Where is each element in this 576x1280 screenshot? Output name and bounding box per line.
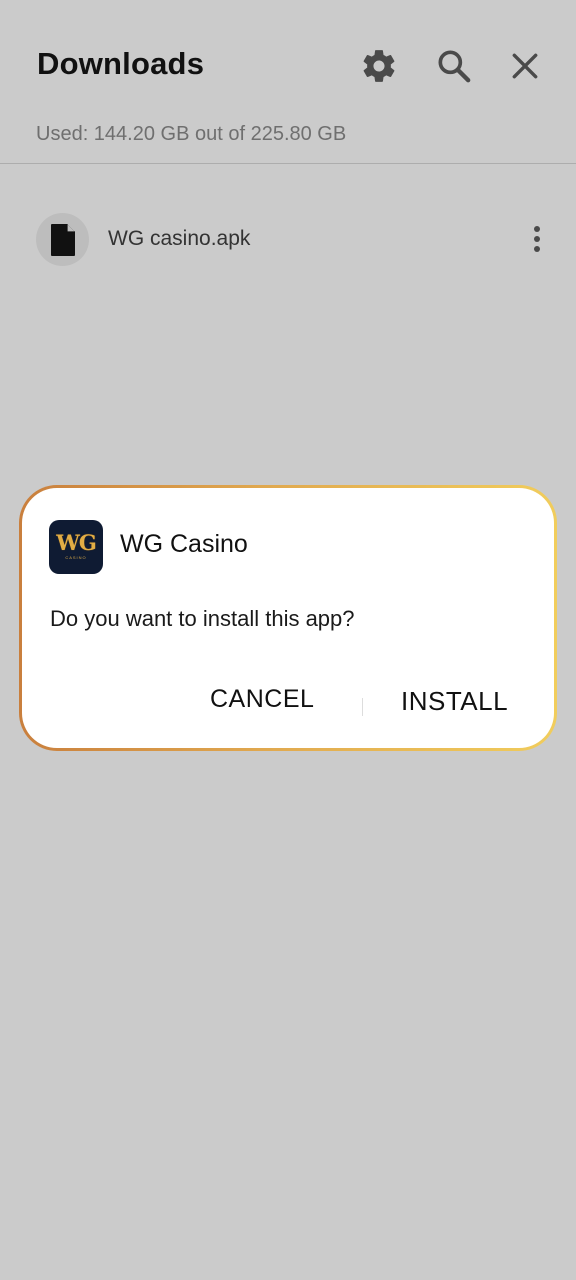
list-item[interactable]: WG casino.apk xyxy=(0,204,576,274)
dialog-message: Do you want to install this app? xyxy=(50,606,355,631)
settings-button[interactable] xyxy=(355,42,403,90)
app-name: WG Casino xyxy=(120,530,248,558)
more-vertical-icon xyxy=(534,226,540,252)
file-icon-badge xyxy=(36,213,89,266)
app-icon-logo-text: WG xyxy=(56,530,97,555)
close-icon xyxy=(512,53,538,79)
downloads-header: Downloads Used: 144.20 GB out of 225.80 … xyxy=(0,0,576,164)
file-icon xyxy=(50,223,75,256)
app-icon-logo-subtext: CASINO xyxy=(65,555,87,560)
button-separator xyxy=(362,698,363,716)
page-title: Downloads xyxy=(37,46,205,81)
app-icon: WG CASINO xyxy=(49,520,103,574)
search-button[interactable] xyxy=(430,42,478,90)
install-dialog-frame: WG CASINO WG Casino Do you want to insta… xyxy=(19,485,557,751)
install-dialog: WG CASINO WG Casino Do you want to insta… xyxy=(22,488,554,748)
file-name: WG casino.apk xyxy=(108,227,251,250)
cancel-button[interactable]: CANCEL xyxy=(210,685,314,714)
gear-icon xyxy=(363,50,395,82)
more-options-button[interactable] xyxy=(520,218,554,260)
close-button[interactable] xyxy=(501,42,549,90)
storage-usage: Used: 144.20 GB out of 225.80 GB xyxy=(36,123,347,145)
search-icon xyxy=(438,50,471,83)
header-divider xyxy=(0,163,576,164)
install-button[interactable]: INSTALL xyxy=(401,686,508,717)
